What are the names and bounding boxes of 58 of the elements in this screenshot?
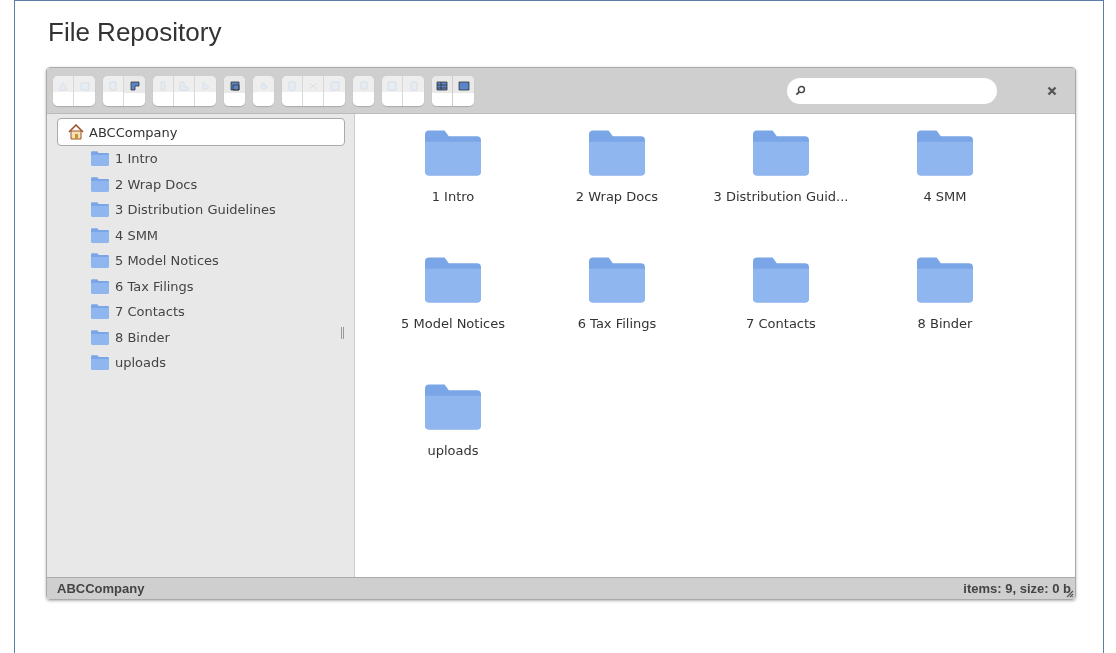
folder-icon [589,257,645,303]
folder-icon [753,130,809,176]
folder-icon [91,176,109,192]
tree-item[interactable]: 1 Intro [115,151,158,167]
tree-item[interactable]: 7 Contacts [115,304,185,320]
tool-icon [227,78,242,93]
tree-item[interactable]: 3 Distribution Guidelines [115,202,276,218]
folder-icon [425,257,481,303]
folder-name[interactable]: uploads [427,443,479,458]
folder-icon [917,130,973,176]
resize-handle[interactable] [341,327,344,339]
folder-name[interactable]: 8 Binder [917,316,973,331]
folder-icon [91,329,109,345]
folder-name[interactable]: 5 Model Notices [401,316,505,331]
tool-icon [285,78,299,93]
folder-icon [91,151,109,167]
search-icon [795,85,806,96]
tree-item[interactable]: 2 Wrap Docs [115,176,198,192]
search-field[interactable] [787,77,997,104]
toolbar-button[interactable] [224,75,245,106]
tool-icon [106,78,120,93]
items-summary: items: 9, size: 0 b [963,581,1071,596]
toolbar-button[interactable] [432,75,453,106]
close-icon[interactable] [1047,85,1057,96]
folder-name[interactable]: 7 Contacts [746,316,816,331]
folder-icon [91,278,109,294]
folder-icon [425,130,481,176]
tool-icon [385,78,399,93]
page-title: File Repository [48,16,223,49]
folder-name[interactable]: 3 Distribution Guid... [713,189,849,204]
tree-item[interactable]: uploads [115,355,167,371]
folder-name[interactable]: 1 Intro [431,189,475,204]
folder-icon [91,304,109,320]
toolbar-button[interactable] [124,75,145,106]
folder-name[interactable]: 6 Tax Filings [577,316,657,331]
tool-icon [456,78,471,93]
folder-icon [753,257,809,303]
tree-item[interactable]: 5 Model Notices [115,253,219,269]
tool-icon [327,78,342,93]
tree-root-item[interactable]: ABCCompany [57,118,345,146]
house-icon [68,124,84,140]
tool-icon [435,78,449,93]
folder-name[interactable]: 4 SMM [923,189,967,204]
current-path: ABCCompany [57,581,146,596]
folder-icon [91,253,109,269]
tree-item[interactable]: 8 Binder [115,329,170,345]
folder-name[interactable]: 2 Wrap Docs [575,189,659,204]
folder-icon [589,130,645,176]
folder-icon [425,384,481,430]
tool-icon [177,78,191,93]
toolbar-button[interactable] [453,75,474,106]
tree-item[interactable]: 6 Tax Filings [115,278,194,294]
tree-item[interactable]: 4 SMM [115,227,159,243]
tool-icon [127,78,142,93]
folder-icon [91,355,109,371]
folder-icon [91,202,109,218]
folder-icon [91,227,109,243]
folder-icon [917,257,973,303]
